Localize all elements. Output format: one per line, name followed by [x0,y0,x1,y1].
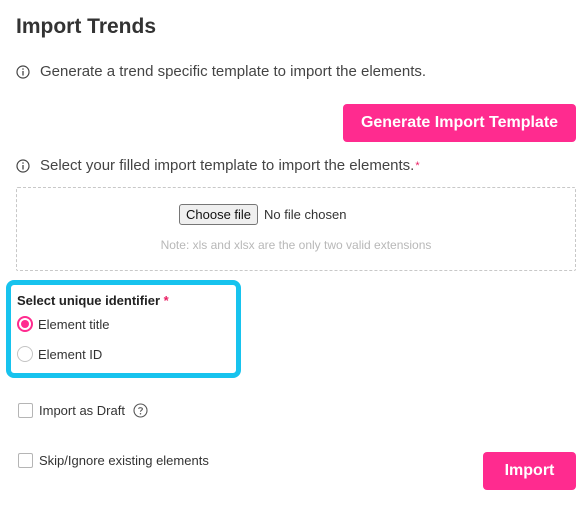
info-circle-icon [16,64,30,79]
choose-file-button[interactable]: Choose file [179,204,259,225]
generate-info-text: Generate a trend specific template to im… [40,63,427,80]
import-button[interactable]: Import [483,452,576,490]
generate-info: Generate a trend specific template to im… [16,63,426,80]
generate-import-template-button[interactable]: Generate Import Template [343,104,576,142]
import-as-draft-checkbox[interactable] [18,403,33,418]
file-dropzone[interactable]: Choose file No file chosen Note: xls and… [16,187,576,271]
import-as-draft-option[interactable]: Import as Draft [18,403,148,418]
required-marker: * [415,159,420,172]
upload-info-text: Select your filled import template to im… [40,157,415,174]
unique-identifier-label: Select unique identifier * [17,293,169,308]
unique-identifier-label-text: Select unique identifier [17,293,161,308]
radio-element-id[interactable]: Element ID [17,346,102,362]
question-circle-icon[interactable] [133,403,148,418]
radio-label: Element title [38,316,110,332]
page-title: Import Trends [16,15,157,38]
extension-note: Note: xls and xlsx are the only two vali… [160,238,432,252]
radio-label: Element ID [38,346,103,362]
radio-button-selected[interactable] [17,316,33,332]
upload-info: Select your filled import template to im… [16,157,420,174]
file-status: No file chosen [264,207,347,222]
import-as-draft-label: Import as Draft [39,403,125,418]
radio-element-title[interactable]: Element title [17,316,110,332]
file-input[interactable]: Choose file No file chosen [179,204,346,225]
info-circle-icon [16,158,30,173]
skip-existing-option[interactable]: Skip/Ignore existing elements [18,453,209,468]
radio-button[interactable] [17,346,33,362]
skip-existing-label: Skip/Ignore existing elements [39,453,209,468]
skip-existing-checkbox[interactable] [18,453,33,468]
unique-identifier-group: Select unique identifier * Element title… [6,280,241,378]
required-marker: * [163,293,169,308]
